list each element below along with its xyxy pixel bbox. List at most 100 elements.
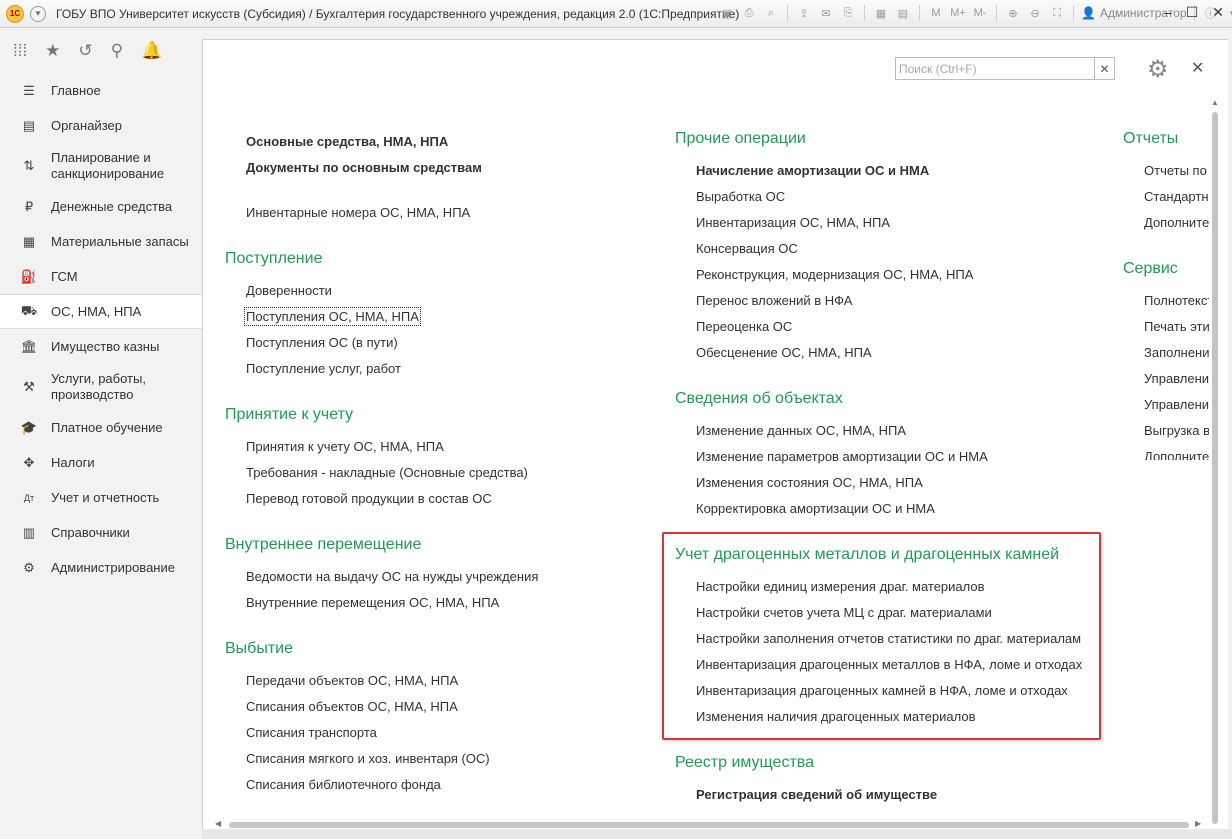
- sidebar-item-organizer[interactable]: ▤ Органайзер: [0, 108, 202, 143]
- graduation-cap-icon: 🎓: [20, 419, 38, 435]
- menu-link[interactable]: Реконструкция, модернизация ОС, НМА, НПА: [696, 267, 973, 282]
- menu-link[interactable]: Дополните: [1144, 449, 1209, 460]
- vertical-scroll-thumb[interactable]: [1212, 112, 1218, 824]
- sidebar-item-treasury[interactable]: 🏛 Имущество казны: [0, 329, 202, 364]
- menu-link[interactable]: Инвентарные номера ОС, НМА, НПА: [246, 205, 470, 220]
- scroll-left-icon[interactable]: ◀: [215, 819, 221, 828]
- sidebar-item-administration[interactable]: ⚙ Администрирование: [0, 550, 202, 585]
- menu-link[interactable]: Документы по основным средствам: [246, 160, 482, 175]
- attach-icon[interactable]: ⇪: [795, 4, 813, 22]
- menu-link[interactable]: Заполнение: [1144, 345, 1209, 360]
- minimize-icon[interactable]: –: [1164, 4, 1172, 21]
- menu-link[interactable]: Внутренние перемещения ОС, НМА, НПА: [246, 595, 499, 610]
- maximize-icon[interactable]: ☐: [1186, 4, 1199, 21]
- memory-m-button[interactable]: M: [927, 4, 945, 22]
- menu-link[interactable]: Доверенности: [246, 283, 332, 298]
- sidebar-item-main[interactable]: ☰ Главное: [0, 73, 202, 108]
- menu-link[interactable]: Поступления ОС, НМА, НПА: [244, 307, 421, 326]
- menu-link[interactable]: Дополните: [1144, 215, 1209, 230]
- print-icon[interactable]: ⎙: [740, 4, 758, 22]
- search-field[interactable]: Поиск (Ctrl+F) ✕: [895, 57, 1115, 80]
- menu-link[interactable]: Принятия к учету ОС, НМА, НПА: [246, 439, 444, 454]
- menu-link[interactable]: Поступления ОС (в пути): [246, 335, 398, 350]
- window-controls: – ☐ ✕: [1164, 4, 1224, 21]
- group-title-property-register: Реестр имущества: [675, 754, 814, 771]
- menu-link[interactable]: Списания библиотечного фонда: [246, 777, 441, 792]
- menu-link[interactable]: Выгрузка в: [1144, 423, 1209, 438]
- sidebar-item-fixed-assets[interactable]: ⛟ ОС, НМА, НПА: [0, 294, 202, 329]
- toolbar-divider: [919, 5, 920, 21]
- menu-link[interactable]: Обесценение ОС, НМА, НПА: [696, 345, 872, 360]
- menu-link[interactable]: Перенос вложений в НФА: [696, 293, 852, 308]
- fullscreen-icon[interactable]: ⛶: [1048, 4, 1066, 22]
- menu-link[interactable]: Изменения состояния ОС, НМА, НПА: [696, 475, 923, 490]
- menu-link[interactable]: Передачи объектов ОС, НМА, НПА: [246, 673, 458, 688]
- zoom-out-icon[interactable]: ⊖: [1026, 4, 1044, 22]
- menu-link[interactable]: Основные средства, НМА, НПА: [246, 134, 448, 149]
- menu-link[interactable]: Управление: [1144, 397, 1209, 412]
- sidebar-item-label: Платное обучение: [51, 419, 163, 435]
- menu-link[interactable]: Поступление услуг, работ: [246, 361, 401, 376]
- preview-icon[interactable]: ⌕: [762, 4, 780, 22]
- menu-link[interactable]: Выработка ОС: [696, 189, 785, 204]
- sidebar-item-catalogs[interactable]: ▥ Справочники: [0, 515, 202, 550]
- sidebar-item-label: Денежные средства: [51, 198, 173, 214]
- menu-link[interactable]: Отчеты по: [1144, 163, 1207, 178]
- sidebar-item-label: ОС, НМА, НПА: [51, 303, 142, 319]
- menu-link[interactable]: Перевод готовой продукции в состав ОС: [246, 491, 492, 506]
- clear-search-icon[interactable]: ✕: [1094, 58, 1114, 79]
- accounting-icon: Дт: [23, 492, 35, 503]
- favorites-star-icon[interactable]: ★: [45, 41, 60, 61]
- menu-link[interactable]: Изменение параметров амортизации ОС и НМ…: [696, 449, 988, 464]
- sidebar-item-accounting[interactable]: Дт Учет и отчетность: [0, 480, 202, 515]
- sidebar-item-label: Администрирование: [51, 559, 175, 575]
- calendar-icon[interactable]: ▤: [894, 4, 912, 22]
- calculator-icon[interactable]: ▦: [872, 4, 890, 22]
- sidebar-item-fuel[interactable]: ⛽ ГСМ: [0, 259, 202, 294]
- sidebar-item-services[interactable]: ⚒ Услуги, работы, производство: [0, 364, 202, 410]
- menu-link[interactable]: Корректировка амортизации ОС и НМА: [696, 501, 935, 516]
- memory-minus-button[interactable]: M-: [971, 4, 989, 22]
- menu-link[interactable]: Стандартн: [1144, 189, 1209, 204]
- menu-link[interactable]: Управление: [1144, 371, 1209, 386]
- sidebar-item-materials[interactable]: ▦ Материальные запасы: [0, 224, 202, 259]
- close-window-icon[interactable]: ✕: [1212, 4, 1224, 21]
- history-icon[interactable]: ↺: [78, 41, 92, 61]
- apps-grid-icon[interactable]: ⁞⁞⁞: [13, 41, 27, 61]
- scroll-right-icon[interactable]: ▶: [1195, 819, 1201, 828]
- menu-link[interactable]: Ведомости на выдачу ОС на нужды учрежден…: [246, 569, 538, 584]
- search-icon[interactable]: ⚲: [111, 41, 123, 61]
- menu-link[interactable]: Списания объектов ОС, НМА, НПА: [246, 699, 458, 714]
- sidebar-item-paid-education[interactable]: 🎓 Платное обучение: [0, 410, 202, 445]
- vertical-scrollbar[interactable]: ▲: [1210, 98, 1220, 838]
- save-icon[interactable]: ▣: [718, 4, 736, 22]
- memory-plus-button[interactable]: M+: [949, 4, 967, 22]
- mail-icon[interactable]: ✉: [817, 4, 835, 22]
- menu-link[interactable]: Печать эти: [1144, 319, 1209, 334]
- scroll-up-icon[interactable]: ▲: [1211, 98, 1219, 107]
- sidebar-item-taxes[interactable]: ✥ Налоги: [0, 445, 202, 480]
- chevron-down-icon[interactable]: ▾: [1224, 4, 1232, 22]
- menu-link[interactable]: Регистрация сведений об имуществе: [696, 787, 937, 802]
- menu-link[interactable]: Списания транспорта: [246, 725, 377, 740]
- menu-link[interactable]: Полнотекст: [1144, 293, 1209, 308]
- notifications-bell-icon[interactable]: 🔔: [141, 41, 162, 61]
- horizontal-scroll-thumb[interactable]: [229, 822, 1189, 828]
- sidebar-item-cash[interactable]: ₽ Денежные средства: [0, 189, 202, 224]
- sidebar-item-planning[interactable]: ⇅ Планирование и санкционирование: [0, 143, 202, 189]
- menu-link[interactable]: Инвентаризация ОС, НМА, НПА: [696, 215, 890, 230]
- organizer-icon: ▤: [22, 117, 36, 133]
- toolbar-divider: [787, 5, 788, 21]
- building-icon: 🏛: [20, 338, 38, 354]
- menu-link[interactable]: Начисление амортизации ОС и НМА: [696, 163, 929, 178]
- menu-link[interactable]: Списания мягкого и хоз. инвентаря (ОС): [246, 751, 490, 766]
- link-icon[interactable]: ⎘: [839, 4, 857, 22]
- planning-icon: ⇅: [23, 158, 35, 173]
- menu-link[interactable]: Переоценка ОС: [696, 319, 792, 334]
- main-menu-button[interactable]: ▾: [30, 5, 46, 22]
- menu-link[interactable]: Изменение данных ОС, НМА, НПА: [696, 423, 906, 438]
- title-bar: 1С ▾ ГОБУ ВПО Университет искусств (Субс…: [0, 0, 1232, 28]
- menu-link[interactable]: Требования - накладные (Основные средств…: [246, 465, 528, 480]
- zoom-in-icon[interactable]: ⊕: [1004, 4, 1022, 22]
- menu-link[interactable]: Консервация ОС: [696, 241, 798, 256]
